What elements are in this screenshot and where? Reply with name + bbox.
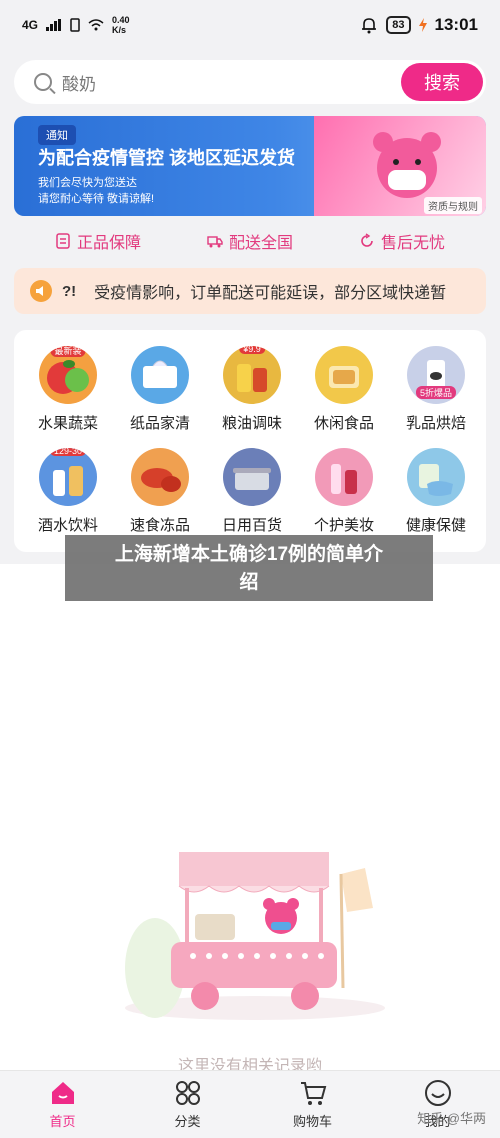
category-label: 日用百货 (221, 517, 282, 534)
beverage-icon: 129-30 (39, 448, 97, 506)
signal-indicator: 4G (22, 18, 39, 32)
category-paper-cleaning[interactable]: 纸品家清 (120, 346, 200, 446)
caption-line-2: 绍 (239, 572, 259, 593)
charging-icon (418, 18, 427, 32)
category-badge: 最新装 (50, 346, 86, 357)
notice-banner[interactable]: 通知 为配合疫情管控 该地区延迟发货 我们会尽快为您送达 请您耐心等待 敬请谅解… (14, 116, 486, 216)
tab-label: 购物车 (292, 1114, 332, 1129)
tab-label: 首页 (49, 1114, 76, 1129)
category-label: 休闲食品 (313, 415, 374, 432)
guarantee-label: 售后无忧 (380, 235, 445, 252)
status-bar: 4G 0.40 K/s 83 13:01 (0, 0, 500, 50)
tab-mine[interactable]: 我的 (375, 1071, 500, 1138)
bell-icon (362, 18, 377, 34)
notice-text: 受疫情影响，订单配送可能延误，部分区域快递暂 (94, 285, 447, 302)
banner-subtitle-2: 请您耐心等待 敬请谅解! (38, 193, 155, 205)
guarantee-authentic: 正品保障 (55, 228, 141, 254)
grid-icon (175, 1081, 200, 1105)
tab-category[interactable]: 分类 (125, 1071, 250, 1138)
category-grid: 最新装 水果蔬菜 纸品家清 ¥9.9 粮油调味 休闲食品 5折爆品 乳品烘焙 1… (14, 330, 486, 552)
tab-label: 分类 (174, 1114, 201, 1129)
cosmetics-icon (315, 448, 373, 506)
category-drinks[interactable]: 129-30 酒水饮料 (28, 448, 108, 548)
notice-prefix: ?! (62, 282, 77, 300)
tab-cart[interactable]: 购物车 (250, 1071, 375, 1138)
signal-bars-icon (46, 19, 62, 31)
caption-line-1: 上海新增本土确诊17例的简单介 (114, 544, 384, 565)
category-badge: 5折爆品 (415, 386, 457, 399)
caption-overlay: 上海新增本土确诊17例的简单介 绍 (65, 535, 433, 601)
watermark: 知乎 @华两 (417, 1111, 486, 1126)
category-label: 酒水饮料 (37, 517, 98, 534)
category-label: 乳品烘焙 (405, 415, 466, 432)
category-label: 速食冻品 (129, 517, 190, 534)
snack-icon (315, 346, 373, 404)
guarantee-row: 正品保障 配送全国 售后无忧 (0, 228, 500, 254)
battery-level: 83 (386, 16, 411, 34)
search-input[interactable]: 酸奶 (62, 70, 96, 95)
category-badge: ¥9.9 (239, 346, 265, 354)
category-health[interactable]: 健康保健 (396, 448, 476, 548)
search-button[interactable]: 搜索 (401, 63, 483, 101)
wifi-icon (88, 19, 104, 31)
search-icon (34, 73, 52, 91)
guarantee-delivery: 配送全国 (207, 228, 293, 254)
pot-icon (223, 448, 281, 506)
cart-icon (300, 1082, 326, 1105)
category-oil-seasoning[interactable]: ¥9.9 粮油调味 (212, 346, 292, 446)
category-fruit-veg[interactable]: 最新装 水果蔬菜 (28, 346, 108, 446)
category-label: 健康保健 (405, 517, 466, 534)
category-label: 纸品家清 (129, 415, 190, 432)
guarantee-label: 配送全国 (228, 235, 293, 252)
tab-home[interactable]: 首页 (0, 1071, 125, 1138)
bear-mascot-icon (373, 132, 441, 198)
category-label: 粮油调味 (221, 415, 282, 432)
category-beauty[interactable]: 个护美妆 (304, 448, 384, 548)
speaker-icon (30, 280, 52, 302)
bottom-tab-bar: 首页 分类 购物车 我的 (0, 1070, 500, 1138)
crayfish-icon (131, 448, 189, 506)
refresh-icon (361, 233, 373, 247)
oil-icon: ¥9.9 (223, 346, 281, 404)
clock: 13:01 (434, 15, 478, 34)
fruit-icon: 最新装 (39, 346, 97, 404)
category-label: 个护美妆 (313, 517, 374, 534)
tissue-icon (131, 346, 189, 404)
sim-icon (70, 18, 80, 32)
milk-icon: 5折爆品 (407, 346, 465, 404)
category-badge: 129-30 (49, 448, 87, 456)
delay-notice[interactable]: ?! 受疫情影响，订单配送可能延误，部分区域快递暂 (14, 268, 486, 314)
home-icon (51, 1082, 74, 1104)
guarantee-label: 正品保障 (76, 235, 141, 252)
banner-title: 为配合疫情管控 该地区延迟发货 (38, 148, 295, 168)
category-label: 水果蔬菜 (37, 415, 98, 432)
truck-icon (207, 236, 223, 248)
category-frozen[interactable]: 速食冻品 (120, 448, 200, 548)
shield-doc-icon (56, 233, 70, 249)
category-snacks[interactable]: 休闲食品 (304, 346, 384, 446)
mask-icon (407, 448, 465, 506)
empty-cart-illustration (125, 852, 385, 1020)
search-bar[interactable]: 酸奶 搜索 (14, 60, 486, 104)
category-dairy-bakery[interactable]: 5折爆品 乳品烘焙 (396, 346, 476, 446)
banner-tag: 通知 (38, 125, 76, 145)
smile-icon (424, 1080, 451, 1106)
network-speed: 0.40 K/s (112, 15, 130, 35)
rules-link[interactable]: 资质与规则 (424, 197, 482, 214)
guarantee-aftersales: 售后无忧 (359, 228, 445, 254)
category-daily-goods[interactable]: 日用百货 (212, 448, 292, 548)
banner-subtitle-1: 我们会尽快为您送达 (38, 177, 137, 189)
